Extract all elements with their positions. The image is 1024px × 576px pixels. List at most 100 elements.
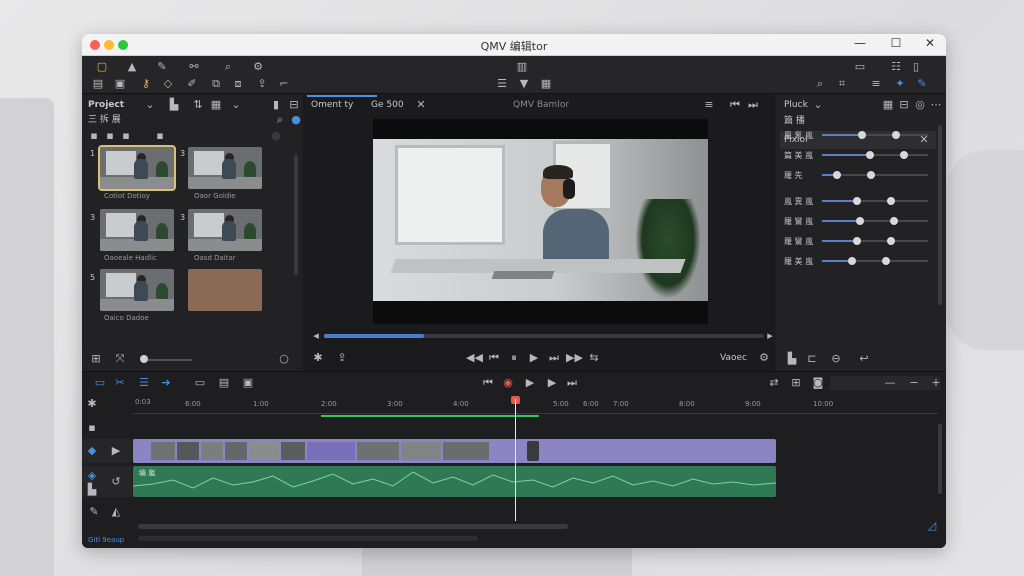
clip-thumbnail[interactable] <box>188 269 262 311</box>
snap-icon[interactable]: ⇄ <box>766 375 782 391</box>
circle-icon[interactable]: ● <box>268 128 284 144</box>
track-scrollbar[interactable] <box>938 424 942 494</box>
clip-thumbnail[interactable] <box>100 209 174 251</box>
zoom-slider-knob[interactable] <box>140 355 148 363</box>
lock-icon[interactable]: ▙ <box>84 482 100 498</box>
video-clip[interactable] <box>133 439 776 463</box>
pause-icon[interactable]: ⏸ <box>506 350 522 366</box>
edit-icon[interactable]: ✐ <box>184 76 200 92</box>
play-icon[interactable]: ▶ <box>522 375 538 391</box>
video-preview[interactable] <box>373 119 708 324</box>
slider-knob[interactable] <box>853 197 861 205</box>
list-icon[interactable]: ⊞ <box>88 351 104 367</box>
chevron-down-icon[interactable]: ⌄ <box>228 97 244 113</box>
slider-knob[interactable] <box>856 217 864 225</box>
zoom-slider[interactable] <box>142 359 192 361</box>
step-back-icon[interactable]: ⏮ <box>486 350 502 366</box>
slider-knob[interactable] <box>853 237 861 245</box>
skip-forward-icon[interactable]: ⏭ <box>564 375 580 391</box>
clip-handle[interactable] <box>527 441 539 461</box>
tune-icon[interactable]: ≡ <box>868 76 884 92</box>
slider-knob[interactable] <box>866 151 874 159</box>
filmstrip-view-icon[interactable]: ▪ <box>118 128 134 144</box>
tab-program[interactable]: QMV Bamlor <box>513 97 569 113</box>
slider-knob[interactable] <box>892 131 900 139</box>
search-icon[interactable]: ⌕ <box>272 112 288 128</box>
clip-thumbnail[interactable] <box>98 145 176 191</box>
in-out-range[interactable] <box>321 415 539 417</box>
panels-icon[interactable]: ☷ <box>888 59 904 75</box>
link-icon[interactable]: ⚯ <box>186 59 202 75</box>
circle-icon[interactable]: ○ <box>276 351 292 367</box>
clip-thumbnail[interactable] <box>100 269 174 311</box>
layers-icon[interactable]: ⧈ <box>230 76 246 92</box>
slider-knob[interactable] <box>890 217 898 225</box>
preview-icon[interactable]: ⊖ <box>828 351 844 367</box>
close-icon[interactable]: ✕ <box>413 97 429 113</box>
clip-thumbnail[interactable] <box>188 147 262 189</box>
fast-forward-icon[interactable]: ▶▶ <box>566 350 583 366</box>
sidebar-icon[interactable]: ▯ <box>908 59 924 75</box>
slider-knob[interactable] <box>833 171 841 179</box>
panel-menu-icon[interactable]: ▦ <box>880 97 896 113</box>
timeline-scrollbar[interactable] <box>138 524 568 529</box>
expand-icon[interactable]: ⤧ <box>112 351 128 367</box>
tab-timecode[interactable]: Ge 500 <box>371 97 404 113</box>
audio-icon[interactable]: ◙ <box>810 375 826 391</box>
pen-icon[interactable]: ✎ <box>86 504 102 520</box>
timeline-zoom-bar[interactable] <box>138 536 478 541</box>
blade-tool-icon[interactable]: ✂ <box>112 375 128 391</box>
scrollbar[interactable] <box>938 125 942 305</box>
crop-icon[interactable]: ⌐ <box>276 76 292 92</box>
tab-source[interactable]: Oment ty <box>311 97 353 113</box>
magic-icon[interactable]: ✦ <box>892 76 908 92</box>
step-forward-icon[interactable]: ⏭ <box>546 350 562 366</box>
settings-icon[interactable]: ⚙ <box>756 350 772 366</box>
sliders-icon[interactable]: ⊟ <box>896 97 912 113</box>
corner-arrow-icon[interactable]: ◿ <box>924 518 940 534</box>
close-icon[interactable]: ✕ <box>922 36 938 50</box>
snapshot-icon[interactable]: ▣ <box>240 375 256 391</box>
playhead[interactable] <box>515 399 516 521</box>
slider-knob[interactable] <box>887 237 895 245</box>
list-view-icon[interactable]: ▪ <box>86 128 102 144</box>
link-clips-icon[interactable]: ⊞ <box>788 375 804 391</box>
step-forward-icon[interactable]: ▶ <box>544 375 560 391</box>
export-icon[interactable]: ⇪ <box>254 76 270 92</box>
minus-icon[interactable]: — <box>882 375 898 391</box>
track-menu-icon[interactable]: ▪ <box>84 420 100 436</box>
timeline-settings-icon[interactable]: ✱ <box>84 396 100 412</box>
pen-icon[interactable]: ✎ <box>154 59 170 75</box>
search-icon[interactable]: ⌕ <box>220 59 236 75</box>
step-back-icon[interactable]: ⏮ <box>727 97 743 113</box>
select-tool-icon[interactable]: ▭ <box>92 375 108 391</box>
tag-icon[interactable]: ◇ <box>160 76 176 92</box>
zoom-in-icon[interactable]: + <box>928 375 944 391</box>
close-panel-icon[interactable]: ⊟ <box>286 97 302 113</box>
circle-icon[interactable]: ◎ <box>912 97 928 113</box>
scrollbar[interactable] <box>294 155 298 275</box>
reframe-icon[interactable]: ⊏ <box>804 351 820 367</box>
cut-icon[interactable]: ▙ <box>784 351 800 367</box>
play-icon[interactable]: ▶ <box>526 350 542 366</box>
film-strip-icon[interactable]: ▥ <box>514 59 530 75</box>
export-frame-icon[interactable]: ⇪ <box>334 350 350 366</box>
sort-icon[interactable]: ⇅ <box>190 97 206 113</box>
mark-in-icon[interactable]: ✱ <box>310 350 326 366</box>
slider-knob[interactable] <box>882 257 890 265</box>
bin-icon[interactable]: ▙ <box>166 97 182 113</box>
record-dot-icon[interactable]: ● <box>288 112 304 128</box>
gear-icon[interactable]: ⚙ <box>250 59 266 75</box>
save-icon[interactable]: ▣ <box>112 76 128 92</box>
copy-icon[interactable]: ⧉ <box>208 76 224 92</box>
import-icon[interactable]: ▤ <box>90 76 106 92</box>
monitor-icon[interactable]: ▭ <box>192 375 208 391</box>
skip-back-icon[interactable]: ◀◀ <box>466 350 483 366</box>
record-icon[interactable]: ◉ <box>500 375 516 391</box>
chevron-down-icon[interactable]: ▼ <box>516 76 532 92</box>
grid-icon[interactable]: ▦ <box>538 76 554 92</box>
zoom-out-icon[interactable]: − <box>906 375 922 391</box>
play-icon[interactable]: ▶ <box>108 443 124 459</box>
audio-clip[interactable]: 编 嵐 <box>133 466 776 497</box>
brush-icon[interactable]: ✎ <box>914 76 930 92</box>
